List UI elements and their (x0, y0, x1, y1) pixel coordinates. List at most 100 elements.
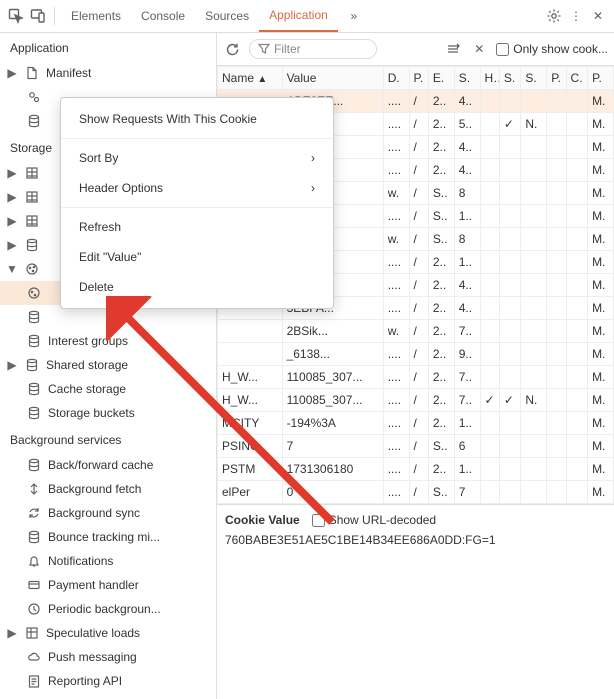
cell-sa[interactable] (521, 90, 547, 113)
cell-p[interactable]: / (409, 389, 428, 412)
cell-c[interactable] (566, 435, 588, 458)
tab-console[interactable]: Console (131, 0, 195, 32)
cell-name[interactable]: H_W... (218, 389, 283, 412)
cell-s[interactable]: 4.. (454, 297, 480, 320)
col-c[interactable]: C. (566, 67, 588, 90)
table-row[interactable]: 2BSik...w./2..7..M. (218, 320, 614, 343)
cell-c[interactable] (566, 274, 588, 297)
cell-e[interactable]: 2.. (428, 366, 454, 389)
table-row[interactable]: H_W...110085_307......./2..7..M. (218, 366, 614, 389)
cell-c[interactable] (566, 458, 588, 481)
cell-p[interactable]: / (409, 205, 428, 228)
cell-c[interactable] (566, 251, 588, 274)
cell-c[interactable] (566, 366, 588, 389)
clear-icon[interactable]: ✕ (470, 40, 488, 58)
cell-pr[interactable] (547, 90, 566, 113)
cell-sa[interactable] (521, 366, 547, 389)
cell-h[interactable] (480, 458, 499, 481)
cell-e[interactable]: S.. (428, 435, 454, 458)
cell-value[interactable]: 0 (282, 481, 383, 504)
cell-d[interactable]: .... (383, 458, 409, 481)
sidebar-item-notifications[interactable]: Notifications (0, 549, 216, 573)
cell-e[interactable]: 2.. (428, 113, 454, 136)
cell-s[interactable]: 7 (454, 481, 480, 504)
cell-h[interactable] (480, 251, 499, 274)
cell-e[interactable]: 2.. (428, 90, 454, 113)
cell-s[interactable]: 7.. (454, 366, 480, 389)
cell-name[interactable] (218, 343, 283, 366)
cell-p[interactable]: / (409, 320, 428, 343)
cell-name[interactable]: H_W... (218, 366, 283, 389)
cell-c[interactable] (566, 297, 588, 320)
cell-pr[interactable] (547, 159, 566, 182)
cell-sa[interactable] (521, 205, 547, 228)
cell-ss[interactable] (499, 274, 521, 297)
cell-sa[interactable] (521, 297, 547, 320)
cell-pr[interactable] (547, 343, 566, 366)
cell-value[interactable]: 110085_307... (282, 366, 383, 389)
cell-h[interactable] (480, 320, 499, 343)
sidebar-item-periodic-backgroun-[interactable]: Periodic backgroun... (0, 597, 216, 621)
cell-d[interactable]: .... (383, 90, 409, 113)
cell-d[interactable]: .... (383, 343, 409, 366)
cell-c[interactable] (566, 320, 588, 343)
cell-ss[interactable] (499, 297, 521, 320)
cell-d[interactable]: .... (383, 389, 409, 412)
cell-s[interactable]: 1.. (454, 251, 480, 274)
table-header[interactable]: Name ▲ValueD.P.E.S.H.S.S.P.C.P. (218, 67, 614, 90)
cell-s[interactable]: 9.. (454, 343, 480, 366)
cell-s[interactable]: 7.. (454, 389, 480, 412)
cell-ss[interactable] (499, 228, 521, 251)
cell-c[interactable] (566, 136, 588, 159)
cell-pk[interactable]: M. (588, 205, 614, 228)
cell-sa[interactable] (521, 251, 547, 274)
cell-h[interactable] (480, 90, 499, 113)
cell-pk[interactable]: M. (588, 366, 614, 389)
cell-h[interactable] (480, 205, 499, 228)
cell-value[interactable]: 2BSik... (282, 320, 383, 343)
cell-sa[interactable] (521, 320, 547, 343)
cell-pk[interactable]: M. (588, 274, 614, 297)
cell-sa[interactable] (521, 228, 547, 251)
cell-h[interactable] (480, 228, 499, 251)
cell-pr[interactable] (547, 458, 566, 481)
cell-pk[interactable]: M. (588, 136, 614, 159)
cell-e[interactable]: 2.. (428, 297, 454, 320)
cell-c[interactable] (566, 228, 588, 251)
cell-pk[interactable]: M. (588, 320, 614, 343)
col-e[interactable]: E. (428, 67, 454, 90)
tab-elements[interactable]: Elements (61, 0, 131, 32)
sidebar-item-push-messaging[interactable]: Push messaging (0, 645, 216, 669)
cell-c[interactable] (566, 159, 588, 182)
cell-e[interactable]: 2.. (428, 389, 454, 412)
col-s[interactable]: S. (499, 67, 521, 90)
only-show-checkbox[interactable] (496, 43, 509, 56)
col-name[interactable]: Name ▲ (218, 67, 283, 90)
cell-e[interactable]: 2.. (428, 320, 454, 343)
refresh-icon[interactable] (223, 40, 241, 58)
cell-c[interactable] (566, 343, 588, 366)
cell-ss[interactable] (499, 366, 521, 389)
menu-sort-by[interactable]: Sort By› (61, 143, 333, 173)
cell-ss[interactable] (499, 90, 521, 113)
cell-ss[interactable] (499, 435, 521, 458)
table-row[interactable]: H_W...110085_307......./2..7..✓✓N.M. (218, 389, 614, 412)
cell-pk[interactable]: M. (588, 458, 614, 481)
cell-name[interactable]: PSTM (218, 458, 283, 481)
cell-p[interactable]: / (409, 251, 428, 274)
col-p[interactable]: P. (588, 67, 614, 90)
cell-e[interactable]: S.. (428, 228, 454, 251)
cell-pk[interactable]: M. (588, 113, 614, 136)
cell-d[interactable]: .... (383, 205, 409, 228)
cell-c[interactable] (566, 412, 588, 435)
cell-s[interactable]: 1.. (454, 458, 480, 481)
cell-d[interactable]: .... (383, 412, 409, 435)
cell-s[interactable]: 4.. (454, 90, 480, 113)
cell-sa[interactable] (521, 136, 547, 159)
sidebar-item-manifest[interactable]: ▶Manifest (0, 61, 216, 85)
cell-e[interactable]: S.. (428, 481, 454, 504)
cell-d[interactable]: .... (383, 159, 409, 182)
cell-d[interactable]: w. (383, 320, 409, 343)
device-icon[interactable] (28, 6, 48, 26)
cell-pk[interactable]: M. (588, 412, 614, 435)
